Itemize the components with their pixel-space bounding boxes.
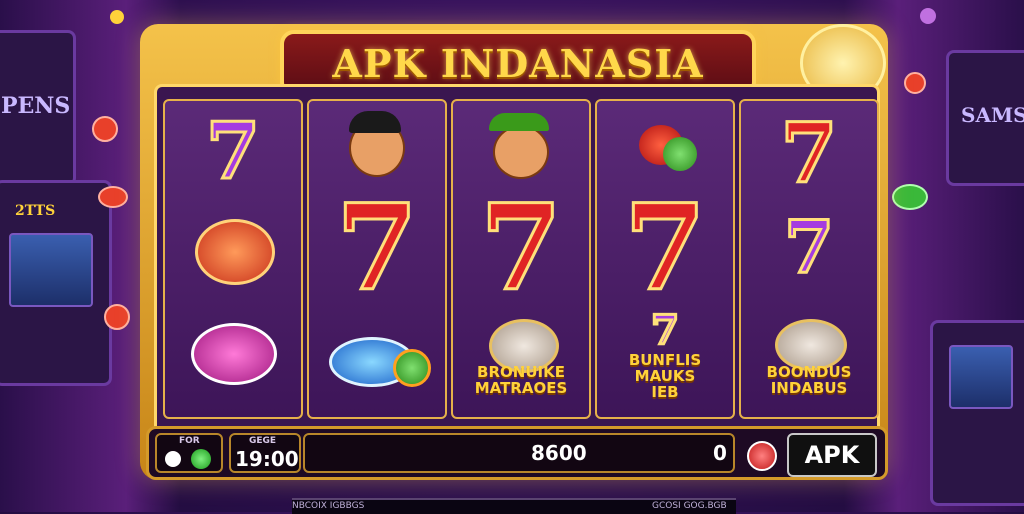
reel-4: 7 7 BUNFLIS MAUKS IEB xyxy=(595,99,735,419)
audio-toggle-icon[interactable] xyxy=(165,451,181,467)
arcade-screen-right xyxy=(949,345,1013,409)
bonus-text: BUNFLIS MAUKS IEB xyxy=(628,351,702,401)
control-bar: FOR GEGE 19:00 8600 0 APK xyxy=(146,426,888,480)
slot-machine-frame: APK INDANASIA 7 7 7 BRONUIKE MATRAOES 7 … xyxy=(140,24,888,480)
auto-spin-icon[interactable] xyxy=(191,449,211,469)
green-gem-icon xyxy=(393,349,431,387)
reel-3: 7 BRONUIKE MATRAOES xyxy=(451,99,591,419)
arcade-cabinet-left: 2TTS xyxy=(0,180,112,386)
reel-1: 7 xyxy=(163,99,303,419)
time-label: GEGE xyxy=(249,436,277,446)
credit-box: 8600 0 xyxy=(303,433,735,473)
options-label: FOR xyxy=(179,436,200,446)
game-title: APK INDANASIA xyxy=(332,40,704,86)
red-seven-symbol: 7 xyxy=(478,178,563,317)
red-seven-symbol: 7 xyxy=(334,178,419,317)
arcade-cabinet-right-back: SAMS xyxy=(946,50,1024,186)
purple-seven-symbol: 7 xyxy=(782,204,835,289)
max-bet-button[interactable] xyxy=(747,441,777,471)
reel-2: 7 xyxy=(307,99,447,419)
reel-5: 7 7 BOONDUS INDABUS xyxy=(739,99,879,419)
bonus-seven-symbol: 7 xyxy=(650,307,681,354)
arcade-cabinet-left-back: PENS xyxy=(0,30,76,186)
arcade-screen-left xyxy=(9,233,93,307)
flying-coin xyxy=(110,10,124,24)
arcade-sign-left: PENS xyxy=(1,93,71,119)
flying-coin xyxy=(892,184,928,210)
arcade-sign-right: SAMS xyxy=(961,103,1024,127)
time-box: GEGE 19:00 xyxy=(229,433,301,473)
bonus-label: BOONDUS INDABUS xyxy=(741,363,877,397)
flying-coin xyxy=(92,116,118,142)
bonus-label: BUNFLIS MAUKS IEB xyxy=(597,351,733,401)
arcade-sign-left-machine: 2TTS xyxy=(15,203,56,219)
green-gem-icon xyxy=(663,137,697,171)
credit-value: 8600 xyxy=(531,441,587,465)
purple-seven-symbol: 7 xyxy=(204,106,261,197)
time-value: 19:00 xyxy=(235,447,299,471)
flying-coin xyxy=(98,186,128,208)
flying-coin xyxy=(904,72,926,94)
hat-icon xyxy=(349,111,401,133)
bet-value: 0 xyxy=(713,441,727,465)
spin-options-box[interactable]: FOR xyxy=(155,433,223,473)
flying-coin xyxy=(104,304,130,330)
bonus-text: BRONUIKE MATRAOES xyxy=(474,363,568,397)
red-chips-icon xyxy=(195,219,275,285)
footer-right-text: GCOSI GOG.BGB xyxy=(652,501,727,511)
red-seven-symbol: 7 xyxy=(779,106,839,202)
bonus-label: BRONUIKE MATRAOES xyxy=(453,363,589,397)
red-seven-symbol: 7 xyxy=(622,178,707,317)
apk-button[interactable]: APK xyxy=(787,433,877,477)
flying-coin xyxy=(920,8,936,24)
character-face-hat-icon xyxy=(493,125,549,179)
arcade-cabinet-right xyxy=(930,320,1024,506)
pink-chip-icon xyxy=(191,323,277,385)
green-hat-icon xyxy=(489,113,549,131)
reel-area: 7 7 7 BRONUIKE MATRAOES 7 7 BUNFLIS MAUK… xyxy=(154,84,880,452)
footer-left-text: NBCOIX IGBBGS xyxy=(292,501,365,511)
bonus-text: BOONDUS INDABUS xyxy=(766,363,852,397)
